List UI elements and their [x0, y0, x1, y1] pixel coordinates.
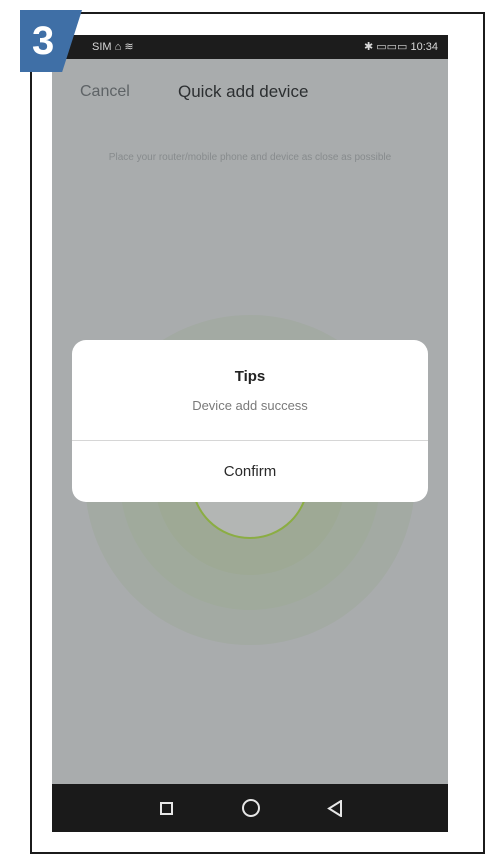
dialog-message: Device add success: [192, 398, 308, 413]
home-button[interactable]: [220, 784, 280, 832]
android-navigation-bar: [52, 784, 448, 832]
tips-dialog: Tips Device add success Confirm: [72, 340, 428, 502]
phone-screen: SIM ⌂ ≋ ✱ ▭▭▭ 10:34 Cancel Quick add dev…: [52, 35, 448, 832]
status-bar: SIM ⌂ ≋ ✱ ▭▭▭ 10:34: [52, 35, 448, 59]
status-bar-left: SIM ⌂ ≋: [92, 41, 134, 53]
placement-hint-text: Place your router/mobile phone and devic…: [108, 152, 392, 163]
status-bar-right: ✱ ▭▭▭ 10:34: [363, 41, 438, 53]
dialog-title: Tips: [234, 368, 266, 385]
confirm-button[interactable]: Confirm: [72, 441, 428, 502]
back-button[interactable]: [307, 784, 367, 832]
cancel-button[interactable]: Cancel: [80, 83, 130, 101]
home-circle-icon: [242, 799, 260, 817]
back-triangle-icon: [327, 800, 342, 817]
recents-button[interactable]: [138, 784, 198, 832]
recents-square-icon: [160, 802, 173, 815]
page-title: Quick add device: [178, 82, 309, 101]
